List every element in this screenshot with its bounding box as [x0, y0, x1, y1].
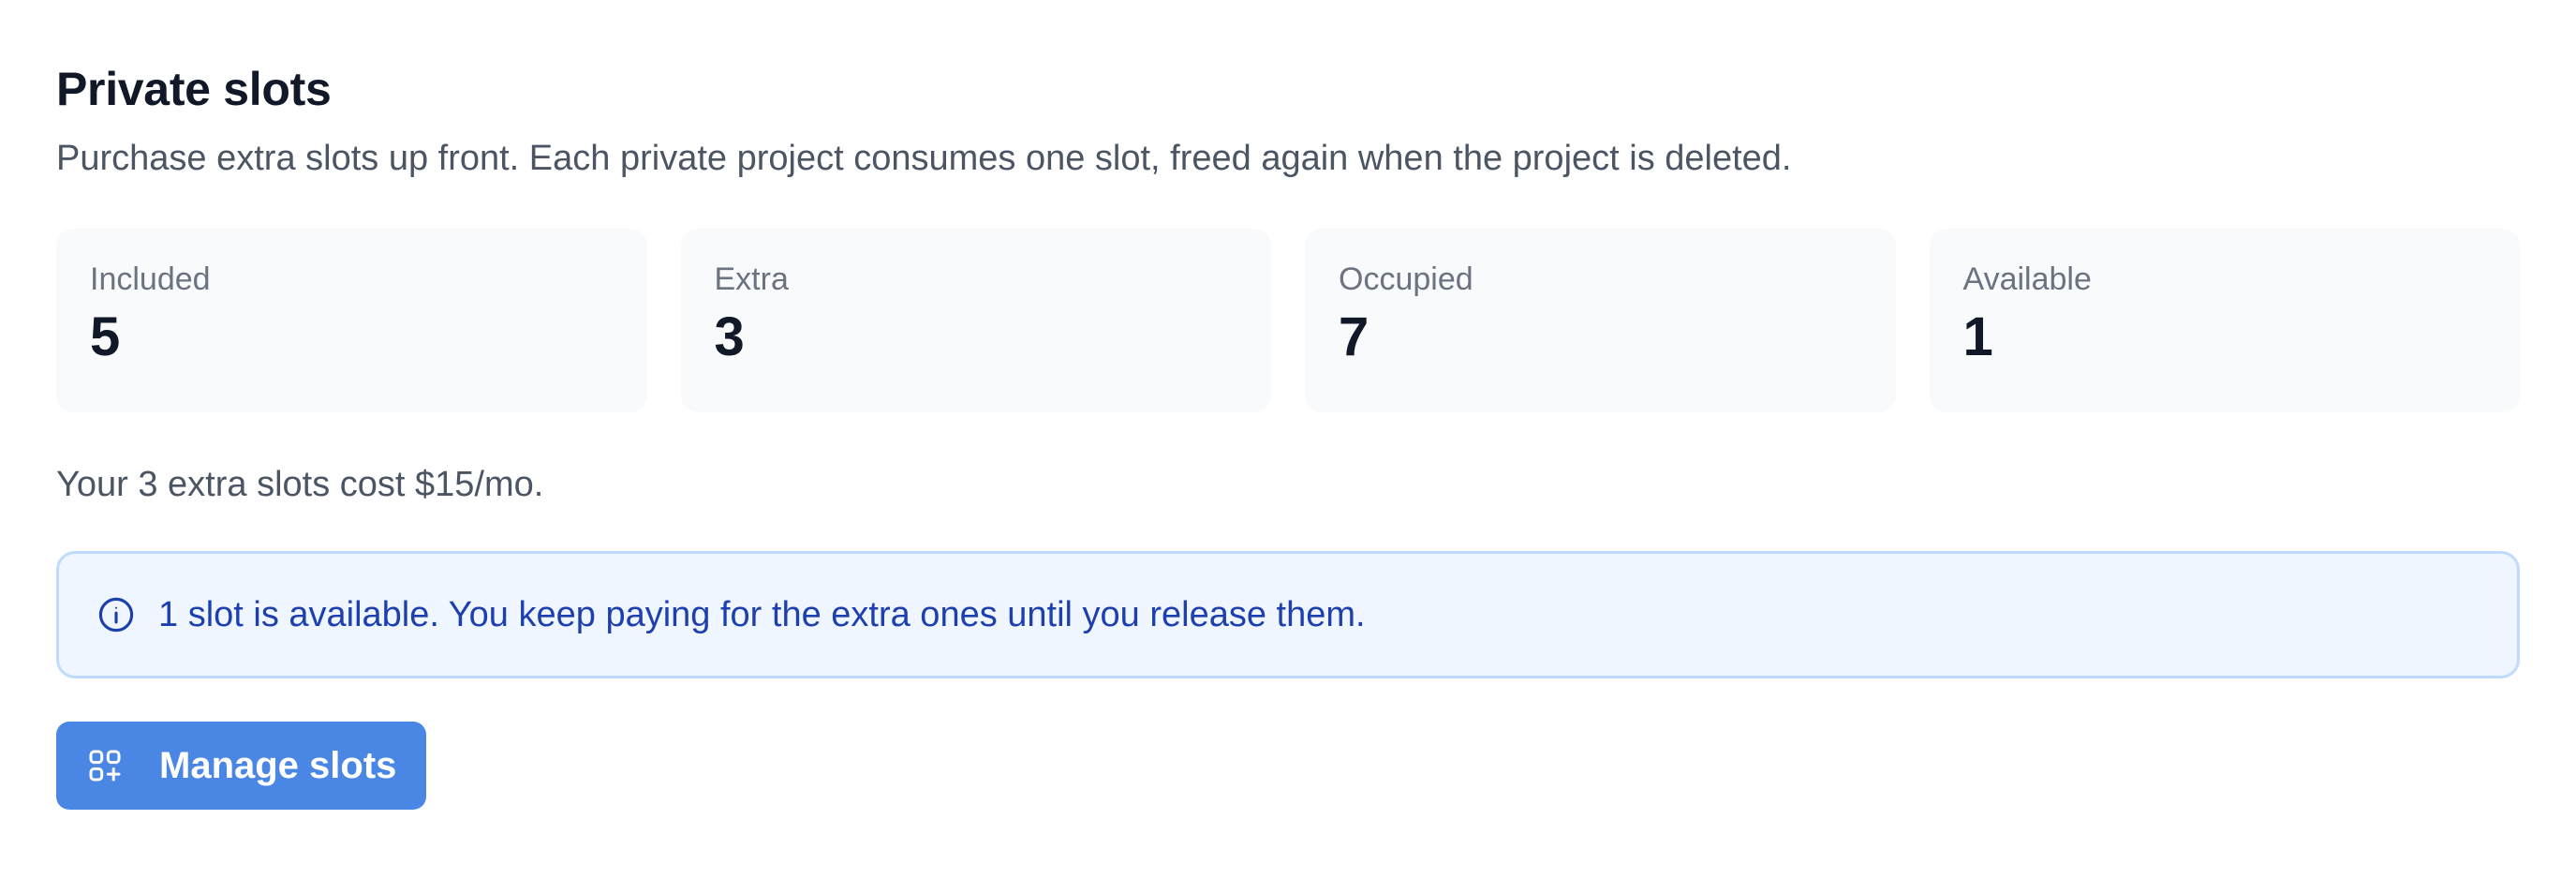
slot-stats: Included 5 Extra 3 Occupied 7 Available … — [56, 229, 2520, 412]
stat-label: Occupied — [1339, 261, 1473, 297]
availability-notice: 1 slot is available. You keep paying for… — [56, 551, 2520, 678]
stat-label: Available — [1962, 261, 2092, 297]
stat-label: Included — [90, 261, 211, 297]
stat-card-available: Available 1 — [1929, 229, 2520, 412]
private-slots-section: Private slots Purchase extra slots up fr… — [56, 56, 2520, 810]
extra-slots-cost: Your 3 extra slots cost $15/mo. — [56, 465, 544, 504]
section-title: Private slots — [56, 63, 332, 115]
stat-card-extra: Extra 3 — [680, 229, 1271, 412]
stat-card-occupied: Occupied 7 — [1305, 229, 1896, 412]
section-description: Purchase extra slots up front. Each priv… — [56, 139, 1792, 178]
stat-value: 1 — [1962, 306, 1993, 367]
notice-text: 1 slot is available. You keep paying for… — [158, 595, 1366, 634]
stat-value: 5 — [90, 306, 121, 367]
manage-slots-button[interactable]: Manage slots — [56, 722, 427, 810]
grid-plus-icon — [86, 747, 124, 784]
stat-card-included: Included 5 — [56, 229, 647, 412]
info-icon — [96, 595, 136, 634]
stat-value: 7 — [1339, 306, 1369, 367]
stat-value: 3 — [714, 306, 745, 367]
manage-slots-label: Manage slots — [159, 745, 397, 786]
stat-label: Extra — [714, 261, 789, 297]
